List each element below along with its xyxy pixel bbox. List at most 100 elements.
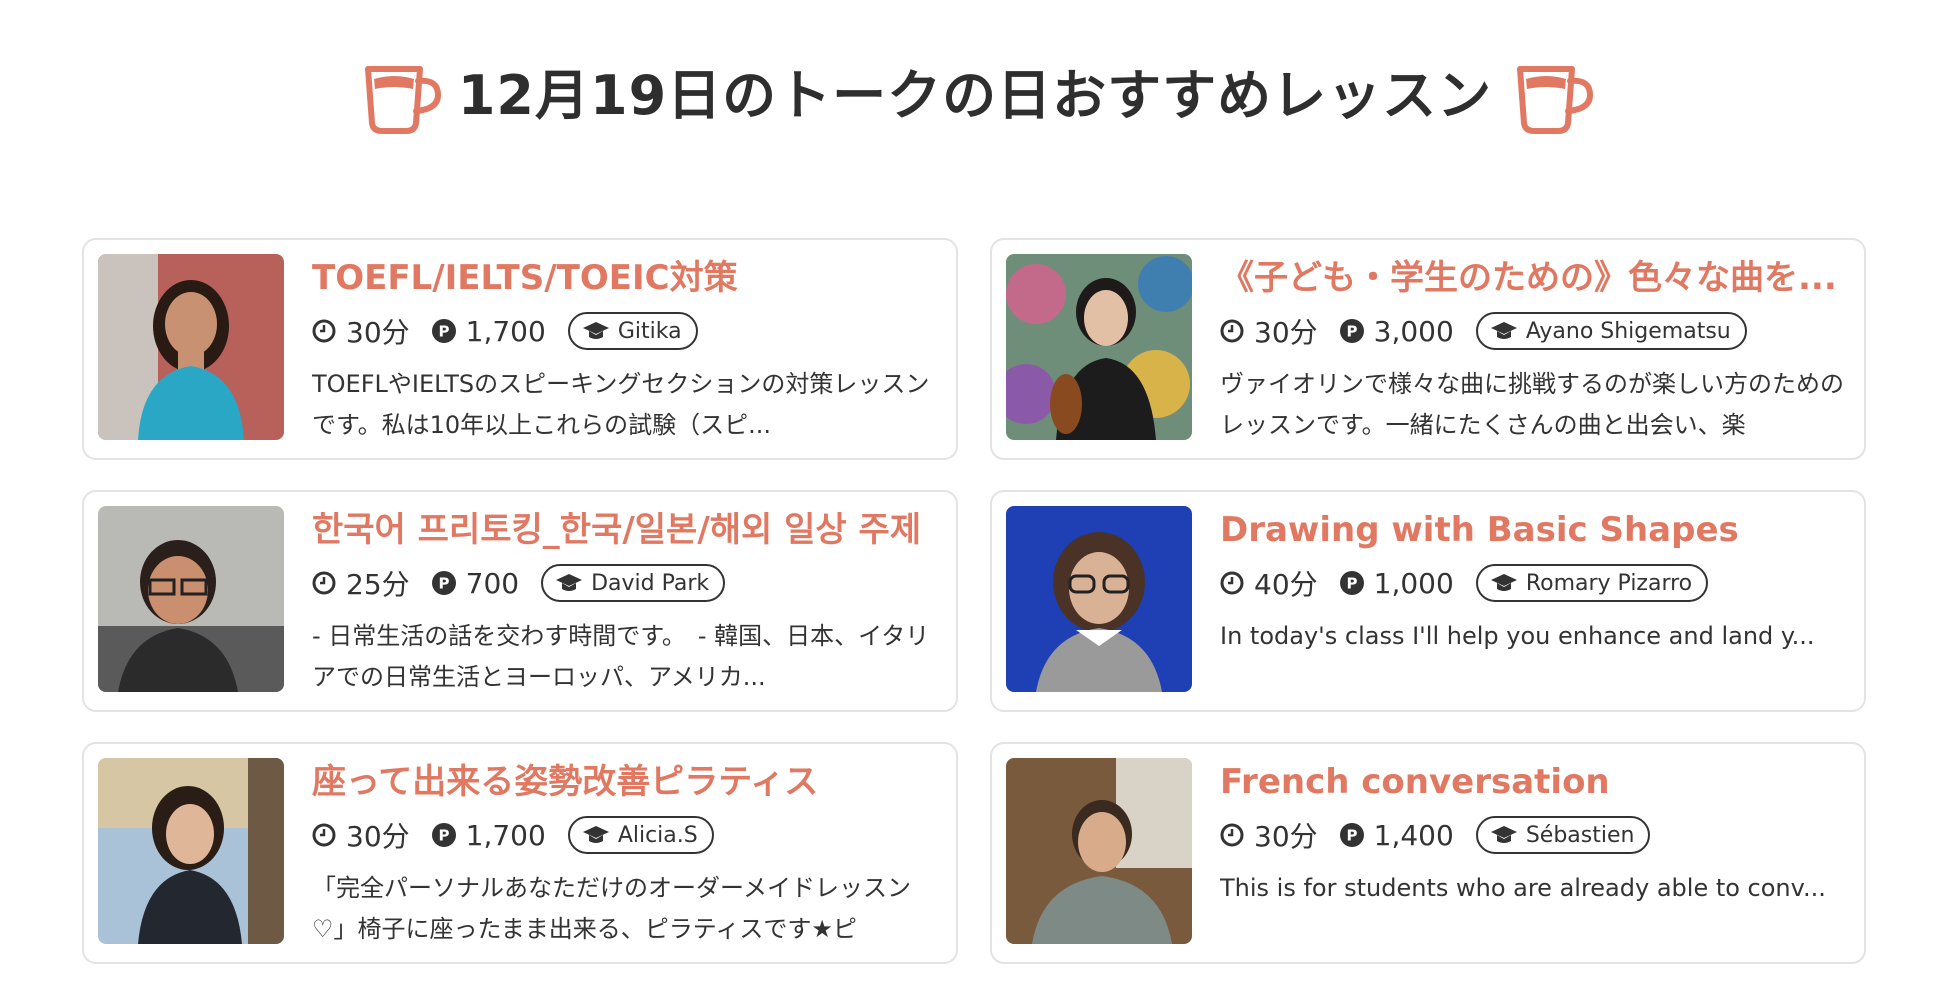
price: P 3,000 bbox=[1339, 314, 1454, 348]
lesson-description: This is for students who are already abl… bbox=[1220, 874, 1826, 902]
lesson-card[interactable]: 座って出来る姿勢改善ピラティス 30分 P 1,700 Alicia.S 「完全… bbox=[82, 742, 958, 964]
teacher-badge[interactable]: Sébastien bbox=[1475, 816, 1651, 854]
duration: 30分 bbox=[312, 815, 410, 855]
lesson-info: French conversation 30分 P 1,400 Sébastie… bbox=[1220, 758, 1850, 948]
duration: 40分 bbox=[1220, 563, 1318, 603]
lesson-info: 《子ども・学生のための》色々な曲を... 30分 P 3,000 Ayano S… bbox=[1220, 254, 1850, 444]
graduation-cap-icon bbox=[582, 826, 609, 843]
points-icon: P bbox=[431, 823, 456, 847]
svg-text:P: P bbox=[1346, 575, 1357, 593]
lesson-title[interactable]: French conversation bbox=[1220, 760, 1850, 804]
clock-icon bbox=[1220, 319, 1244, 343]
points-value: 1,700 bbox=[465, 818, 546, 852]
lesson-title[interactable]: 한국어 프리토킹_한국/일본/해외 일상 주제 bbox=[312, 508, 942, 552]
graduation-cap-icon bbox=[1490, 574, 1517, 591]
lesson-meta: 40分 P 1,000 Romary Pizarro bbox=[1220, 564, 1850, 602]
price: P 1,700 bbox=[431, 818, 546, 852]
points-value: 3,000 bbox=[1373, 314, 1454, 348]
svg-text:P: P bbox=[438, 827, 449, 845]
duration-value: 30分 bbox=[346, 820, 410, 853]
duration: 30分 bbox=[1220, 815, 1318, 855]
points-value: 1,400 bbox=[1373, 818, 1454, 852]
points-icon: P bbox=[1339, 319, 1364, 343]
duration-value: 30分 bbox=[1254, 316, 1318, 349]
teacher-name: Alicia.S bbox=[617, 822, 698, 848]
clock-icon bbox=[1220, 571, 1244, 595]
graduation-cap-icon bbox=[556, 574, 583, 591]
price: P 1,700 bbox=[431, 314, 546, 348]
points-value: 700 bbox=[465, 566, 520, 600]
lesson-description: ヴァイオリンで様々な曲に挑戦するのが楽しい方のためのレッスンです。一緒にたくさん… bbox=[1220, 370, 1844, 439]
teacher-name: Gitika bbox=[617, 318, 682, 344]
svg-text:P: P bbox=[438, 323, 449, 341]
teacher-name: Sébastien bbox=[1525, 822, 1635, 848]
clock-icon bbox=[312, 319, 336, 343]
lesson-grid: TOEFL/IELTS/TOEIC対策 30分 P 1,700 Gitika T… bbox=[82, 238, 1868, 964]
teacher-badge[interactable]: Ayano Shigematsu bbox=[1475, 312, 1747, 350]
coffee-cup-icon bbox=[364, 66, 441, 134]
svg-text:P: P bbox=[438, 575, 449, 593]
lesson-card[interactable]: 한국어 프리토킹_한국/일본/해외 일상 주제 25分 P 700 David … bbox=[82, 490, 958, 712]
duration-value: 30分 bbox=[1254, 820, 1318, 853]
page-header: 12月19日のトークの日おすすめレッスン bbox=[0, 30, 1950, 150]
lesson-description: 「完全パーソナルあなただけのオーダーメイドレッスン♡」椅子に座ったまま出来る、ピ… bbox=[312, 874, 912, 943]
svg-text:P: P bbox=[1346, 323, 1357, 341]
teacher-photo[interactable] bbox=[98, 254, 284, 440]
teacher-name: David Park bbox=[591, 570, 710, 596]
points-value: 1,000 bbox=[1373, 566, 1454, 600]
points-icon: P bbox=[431, 571, 456, 595]
price: P 1,400 bbox=[1339, 818, 1454, 852]
lesson-description: In today's class I'll help you enhance a… bbox=[1220, 622, 1815, 650]
lesson-title[interactable]: TOEFL/IELTS/TOEIC対策 bbox=[312, 256, 942, 300]
duration: 30分 bbox=[1220, 311, 1318, 351]
page-title: 12月19日のトークの日おすすめレッスン bbox=[457, 63, 1493, 127]
lesson-card[interactable]: 《子ども・学生のための》色々な曲を... 30分 P 3,000 Ayano S… bbox=[990, 238, 1866, 460]
graduation-cap-icon bbox=[1490, 826, 1517, 843]
price: P 700 bbox=[431, 566, 520, 600]
lesson-title[interactable]: 《子ども・学生のための》色々な曲を... bbox=[1220, 256, 1850, 300]
teacher-badge[interactable]: Romary Pizarro bbox=[1475, 564, 1709, 602]
points-icon: P bbox=[1339, 571, 1364, 595]
lesson-info: 座って出来る姿勢改善ピラティス 30分 P 1,700 Alicia.S 「完全… bbox=[312, 758, 942, 948]
lesson-card[interactable]: TOEFL/IELTS/TOEIC対策 30分 P 1,700 Gitika T… bbox=[82, 238, 958, 460]
clock-icon bbox=[1220, 823, 1244, 847]
lesson-description: TOEFLやIELTSのスピーキングセクションの対策レッスンです。私は10年以上… bbox=[312, 370, 930, 439]
points-icon: P bbox=[1339, 823, 1364, 847]
lesson-description: - 日常生活の話を交わす時間です。 - 韓国、日本、イタリアでの日常生活とヨーロ… bbox=[312, 622, 930, 691]
teacher-photo[interactable] bbox=[1006, 506, 1192, 692]
lesson-meta: 30分 P 1,700 Gitika bbox=[312, 312, 942, 350]
duration-value: 40分 bbox=[1254, 568, 1318, 601]
lesson-meta: 30分 P 1,400 Sébastien bbox=[1220, 816, 1850, 854]
teacher-name: Romary Pizarro bbox=[1525, 570, 1693, 596]
points-value: 1,700 bbox=[465, 314, 546, 348]
teacher-photo[interactable] bbox=[98, 506, 284, 692]
teacher-name: Ayano Shigematsu bbox=[1525, 318, 1731, 344]
lesson-meta: 25分 P 700 David Park bbox=[312, 564, 942, 602]
teacher-badge[interactable]: Alicia.S bbox=[567, 816, 714, 854]
clock-icon bbox=[312, 823, 336, 847]
lesson-info: TOEFL/IELTS/TOEIC対策 30分 P 1,700 Gitika T… bbox=[312, 254, 942, 444]
teacher-photo[interactable] bbox=[1006, 758, 1192, 944]
points-icon: P bbox=[431, 319, 456, 343]
lesson-card[interactable]: French conversation 30分 P 1,400 Sébastie… bbox=[990, 742, 1866, 964]
price: P 1,000 bbox=[1339, 566, 1454, 600]
svg-text:P: P bbox=[1346, 827, 1357, 845]
teacher-badge[interactable]: Gitika bbox=[567, 312, 698, 350]
duration-value: 25分 bbox=[346, 568, 410, 601]
lesson-meta: 30分 P 1,700 Alicia.S bbox=[312, 816, 942, 854]
teacher-photo[interactable] bbox=[1006, 254, 1192, 440]
lesson-card[interactable]: Drawing with Basic Shapes 40分 P 1,000 Ro… bbox=[990, 490, 1866, 712]
lesson-title[interactable]: 座って出来る姿勢改善ピラティス bbox=[312, 760, 942, 804]
clock-icon bbox=[312, 571, 336, 595]
graduation-cap-icon bbox=[582, 322, 609, 339]
graduation-cap-icon bbox=[1490, 322, 1517, 339]
duration-value: 30分 bbox=[346, 316, 410, 349]
lesson-info: Drawing with Basic Shapes 40分 P 1,000 Ro… bbox=[1220, 506, 1850, 696]
lesson-info: 한국어 프리토킹_한국/일본/해외 일상 주제 25分 P 700 David … bbox=[312, 506, 942, 696]
teacher-badge[interactable]: David Park bbox=[541, 564, 726, 602]
duration: 30分 bbox=[312, 311, 410, 351]
duration: 25分 bbox=[312, 563, 410, 603]
teacher-photo[interactable] bbox=[98, 758, 284, 944]
lesson-meta: 30分 P 3,000 Ayano Shigematsu bbox=[1220, 312, 1850, 350]
lesson-title[interactable]: Drawing with Basic Shapes bbox=[1220, 508, 1850, 552]
